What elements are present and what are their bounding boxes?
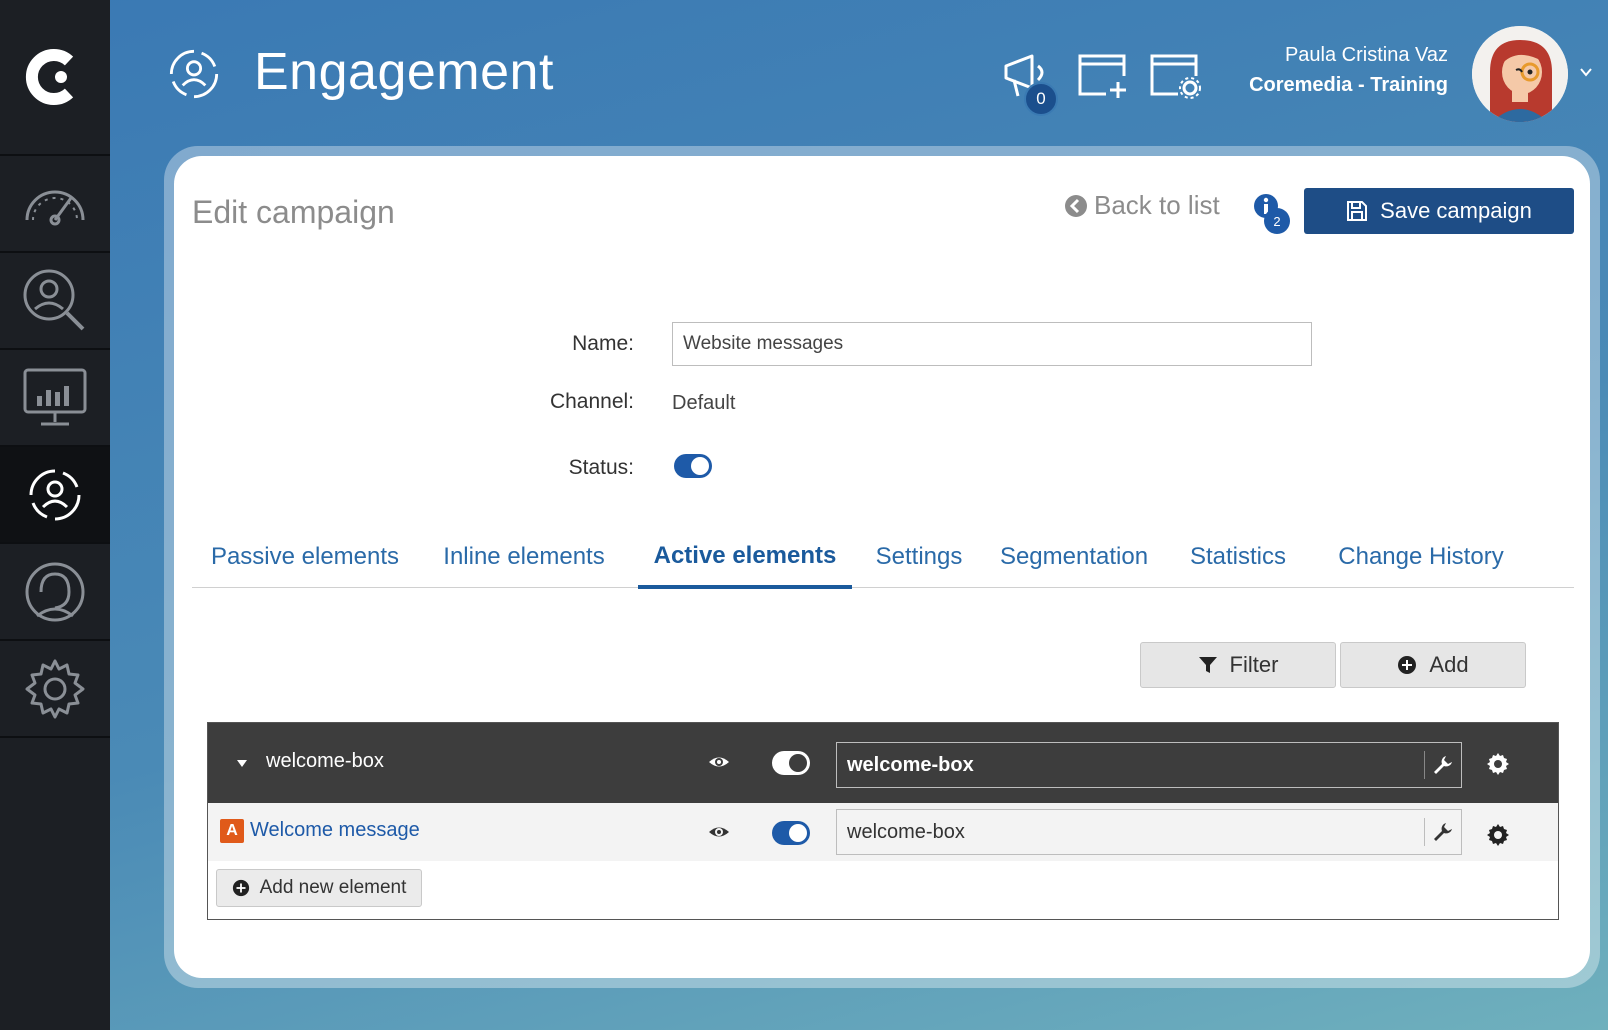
channel-value: Default xyxy=(672,392,736,414)
sidebar-item-analytics[interactable] xyxy=(0,350,110,447)
sidebar-item-support[interactable] xyxy=(0,544,110,641)
save-campaign-button[interactable]: Save campaign xyxy=(1304,188,1574,234)
tab-segmentation[interactable]: Segmentation xyxy=(992,526,1156,588)
plus-circle-icon xyxy=(1398,656,1417,674)
elements-list: welcome-box A Welcome message xyxy=(207,722,1559,920)
info-count-badge[interactable]: 2 xyxy=(1264,208,1290,234)
back-to-list-label: Back to list xyxy=(1094,190,1220,220)
app-logo[interactable] xyxy=(0,0,110,156)
eye-icon[interactable] xyxy=(708,751,730,773)
element-name-link[interactable]: Welcome message xyxy=(250,819,420,842)
status-label: Status: xyxy=(568,456,634,479)
add-new-element-label: Add new element xyxy=(259,877,407,898)
save-campaign-label: Save campaign xyxy=(1380,198,1532,223)
tab-active-elements[interactable]: Active elements xyxy=(638,526,852,589)
add-label: Add xyxy=(1429,652,1469,677)
user-name: Paula Cristina Vaz xyxy=(1284,44,1448,66)
list-item: A Welcome message xyxy=(208,803,1558,861)
group-identifier-input[interactable] xyxy=(836,742,1462,788)
add-window-icon[interactable] xyxy=(1076,52,1130,100)
sidebar-item-profile-search[interactable] xyxy=(0,253,110,350)
chevron-down-icon[interactable] xyxy=(1578,64,1594,80)
engagement-cycle-icon xyxy=(29,469,81,520)
speedometer-icon xyxy=(25,190,85,225)
sidebar-item-settings[interactable] xyxy=(0,641,110,738)
filter-button[interactable]: Filter xyxy=(1140,642,1336,688)
filter-funnel-icon xyxy=(1198,657,1217,673)
sidebar-item-dashboard[interactable] xyxy=(0,156,110,253)
plus-circle-icon xyxy=(232,879,249,897)
wrench-icon[interactable] xyxy=(1432,754,1454,776)
sidebar-item-engagement[interactable] xyxy=(0,447,110,544)
group-name: welcome-box xyxy=(266,750,384,772)
add-button[interactable]: Add xyxy=(1340,642,1526,688)
element-type-badge: A xyxy=(220,819,244,843)
engagement-header-icon xyxy=(169,49,219,99)
user-search-icon xyxy=(23,269,85,330)
user-organization: Coremedia - Training xyxy=(1249,74,1448,96)
campaign-editor: Edit campaign Back to list 2 Save campai… xyxy=(174,156,1590,978)
eye-icon[interactable] xyxy=(708,821,730,843)
headset-agent-icon xyxy=(25,562,85,621)
element-enabled-toggle[interactable] xyxy=(772,821,810,845)
sidebar xyxy=(0,0,110,1030)
tab-statistics[interactable]: Statistics xyxy=(1174,526,1302,588)
input-separator xyxy=(1424,751,1425,779)
gear-icon[interactable] xyxy=(1486,823,1510,847)
tab-inline-elements[interactable]: Inline elements xyxy=(426,526,622,588)
app-title: Engagement xyxy=(254,43,554,101)
filter-label: Filter xyxy=(1229,652,1279,677)
notifications-badge[interactable]: 0 xyxy=(1024,82,1058,116)
gear-icon xyxy=(25,659,85,718)
campaign-name-input[interactable] xyxy=(672,322,1312,366)
caret-down-icon[interactable] xyxy=(236,757,248,769)
window-settings-icon[interactable] xyxy=(1148,52,1202,100)
group-enabled-toggle[interactable] xyxy=(772,751,810,775)
coremedia-logo-icon xyxy=(25,49,74,105)
page-title: Edit campaign xyxy=(192,194,395,230)
back-to-list-link[interactable]: Back to list xyxy=(1064,190,1220,221)
monitor-chart-icon xyxy=(23,368,87,425)
tab-change-history[interactable]: Change History xyxy=(1320,526,1522,588)
user-avatar-icon xyxy=(1472,26,1568,122)
floppy-disk-icon xyxy=(1347,201,1368,221)
name-label: Name: xyxy=(572,332,634,355)
gear-icon[interactable] xyxy=(1486,752,1510,776)
wrench-icon[interactable] xyxy=(1432,821,1454,843)
add-new-element-button[interactable]: Add new element xyxy=(216,869,422,907)
element-identifier-input[interactable] xyxy=(836,809,1462,855)
channel-label: Channel: xyxy=(549,390,634,413)
status-toggle[interactable] xyxy=(674,454,712,478)
tab-settings[interactable]: Settings xyxy=(864,526,974,588)
avatar[interactable] xyxy=(1472,26,1568,122)
input-separator xyxy=(1424,818,1425,846)
tab-passive-elements[interactable]: Passive elements xyxy=(192,526,418,588)
tab-bar: Passive elements Inline elements Active … xyxy=(192,526,1574,589)
chevron-left-circle-icon xyxy=(1065,194,1087,217)
element-group-row: welcome-box xyxy=(208,723,1558,803)
